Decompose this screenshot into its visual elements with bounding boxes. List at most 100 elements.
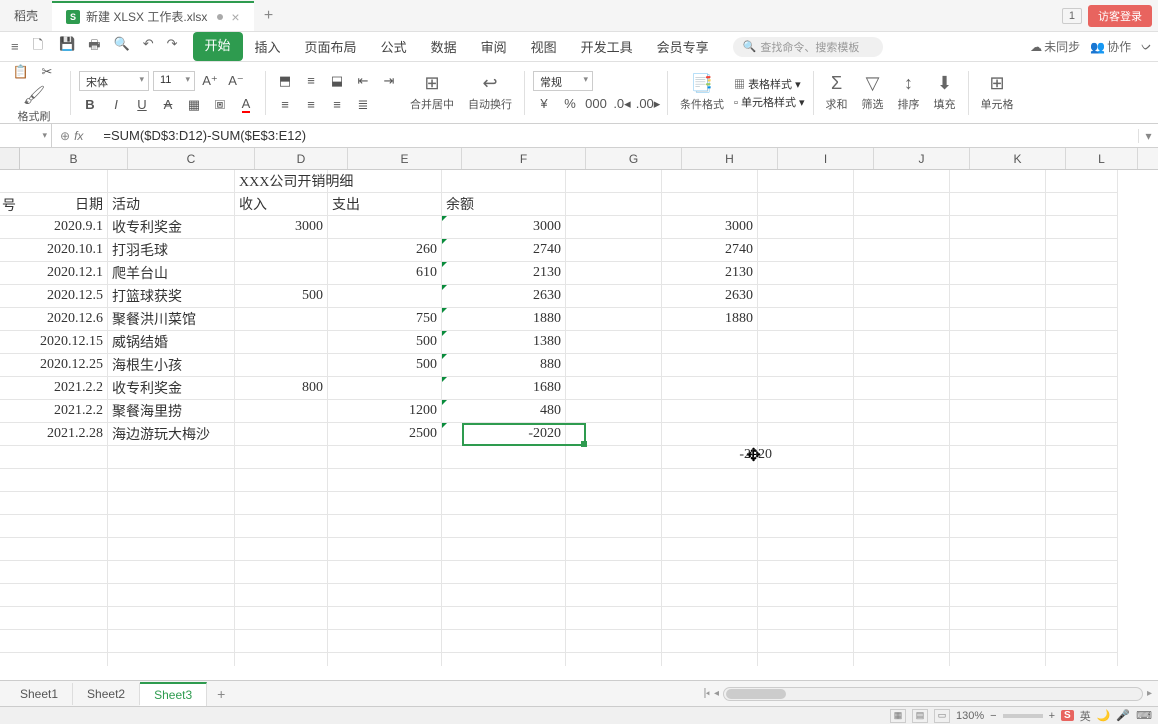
cell[interactable]	[442, 630, 566, 653]
cell[interactable]	[328, 653, 442, 666]
cell[interactable]	[950, 262, 1046, 285]
cell[interactable]	[950, 216, 1046, 239]
table-style-button[interactable]: ▦ 表格样式 ▾	[734, 76, 805, 92]
cell[interactable]	[328, 515, 442, 538]
decrease-font-icon[interactable]: A⁻	[225, 70, 247, 92]
cell[interactable]: 2500	[328, 423, 442, 446]
cell[interactable]	[235, 423, 328, 446]
sheet-tab-2[interactable]: Sheet2	[73, 683, 140, 705]
lang-indicator[interactable]: 英	[1080, 708, 1091, 724]
cell[interactable]	[108, 469, 235, 492]
cell[interactable]	[235, 561, 328, 584]
cell[interactable]: 2020.12.6	[0, 308, 108, 331]
cell[interactable]: 威锅结婚	[108, 331, 235, 354]
cell[interactable]	[566, 331, 662, 354]
cell[interactable]	[108, 607, 235, 630]
tab-dev[interactable]: 开发工具	[569, 32, 645, 61]
unsync-button[interactable]: ☁ 未同步	[1030, 38, 1080, 55]
cell[interactable]: 聚餐洪川菜馆	[108, 308, 235, 331]
cell[interactable]: 260	[328, 239, 442, 262]
col-header-E[interactable]: E	[348, 148, 462, 169]
cell[interactable]	[662, 170, 758, 193]
cell[interactable]: 500	[235, 285, 328, 308]
cell[interactable]	[758, 331, 854, 354]
cell[interactable]	[950, 285, 1046, 308]
cell[interactable]	[1046, 354, 1118, 377]
cell[interactable]	[235, 308, 328, 331]
cell[interactable]	[662, 469, 758, 492]
cell[interactable]: 1200	[328, 400, 442, 423]
tab-vip[interactable]: 会员专享	[645, 32, 721, 61]
cell[interactable]	[235, 354, 328, 377]
cell[interactable]	[235, 538, 328, 561]
add-tab-button[interactable]: +	[254, 7, 284, 25]
name-box[interactable]	[0, 124, 52, 147]
tab-layout[interactable]: 页面布局	[293, 32, 369, 61]
tab-view[interactable]: 视图	[519, 32, 569, 61]
zoom-in-icon[interactable]: +	[1049, 710, 1055, 722]
cell[interactable]	[758, 170, 854, 193]
cell[interactable]	[328, 446, 442, 469]
cell[interactable]	[1046, 515, 1118, 538]
cell[interactable]	[854, 216, 950, 239]
cell[interactable]	[950, 308, 1046, 331]
cell[interactable]	[854, 584, 950, 607]
cell[interactable]	[566, 469, 662, 492]
cell[interactable]	[854, 354, 950, 377]
currency-icon[interactable]: ¥	[533, 93, 555, 115]
cell[interactable]	[758, 423, 854, 446]
cell[interactable]: 2630	[442, 285, 566, 308]
zoom-out-icon[interactable]: −	[990, 710, 996, 722]
increase-font-icon[interactable]: A⁺	[199, 70, 221, 92]
ime-icon[interactable]: S	[1061, 710, 1074, 721]
cell[interactable]	[0, 653, 108, 666]
col-header-F[interactable]: F	[462, 148, 586, 169]
cell[interactable]	[328, 492, 442, 515]
cell[interactable]: 3000	[442, 216, 566, 239]
cell[interactable]: 610	[328, 262, 442, 285]
cell[interactable]	[1046, 653, 1118, 666]
justify-icon[interactable]: ≣	[352, 94, 374, 116]
cell[interactable]	[950, 561, 1046, 584]
cell[interactable]	[854, 377, 950, 400]
cell[interactable]: 880	[442, 354, 566, 377]
cell[interactable]	[758, 377, 854, 400]
cell[interactable]	[854, 607, 950, 630]
cell[interactable]	[1046, 584, 1118, 607]
cell[interactable]: 480	[442, 400, 566, 423]
cell[interactable]: 500	[328, 354, 442, 377]
font-size-select[interactable]: 11	[153, 71, 195, 91]
cell[interactable]	[662, 354, 758, 377]
cell[interactable]	[442, 515, 566, 538]
collapse-ribbon-icon[interactable]: ᨆ	[1141, 39, 1152, 54]
filter-icon[interactable]: ▽	[866, 73, 880, 94]
cell[interactable]	[328, 561, 442, 584]
cell[interactable]: XXX公司开销明细	[235, 170, 328, 193]
increase-decimal-icon[interactable]: .00▸	[637, 93, 659, 115]
cell[interactable]	[442, 561, 566, 584]
paste-icon[interactable]: 📋	[10, 61, 32, 83]
cell[interactable]	[854, 331, 950, 354]
cell[interactable]: 2740	[662, 239, 758, 262]
cell[interactable]: 2130	[442, 262, 566, 285]
cell[interactable]	[950, 584, 1046, 607]
cell[interactable]	[1046, 193, 1118, 216]
align-center-icon[interactable]: ≡	[300, 94, 322, 116]
cell[interactable]	[442, 607, 566, 630]
cell[interactable]	[566, 538, 662, 561]
cell[interactable]	[566, 354, 662, 377]
underline-icon[interactable]: U	[131, 94, 153, 116]
cell[interactable]	[758, 561, 854, 584]
cell[interactable]	[566, 630, 662, 653]
cell[interactable]	[662, 377, 758, 400]
cell[interactable]: 活动	[108, 193, 235, 216]
percent-icon[interactable]: %	[559, 93, 581, 115]
cell[interactable]	[1046, 170, 1118, 193]
indent-left-icon[interactable]: ⇤	[352, 70, 374, 92]
cell[interactable]	[662, 331, 758, 354]
number-format-select[interactable]: 常规	[533, 71, 593, 91]
cell[interactable]: 打篮球获奖	[108, 285, 235, 308]
cell[interactable]	[662, 584, 758, 607]
spreadsheet-grid[interactable]: B C D E F G H I J K L XXX公司开销明细日期活动收入支出余…	[0, 148, 1158, 666]
cell[interactable]: 2020.12.25	[0, 354, 108, 377]
